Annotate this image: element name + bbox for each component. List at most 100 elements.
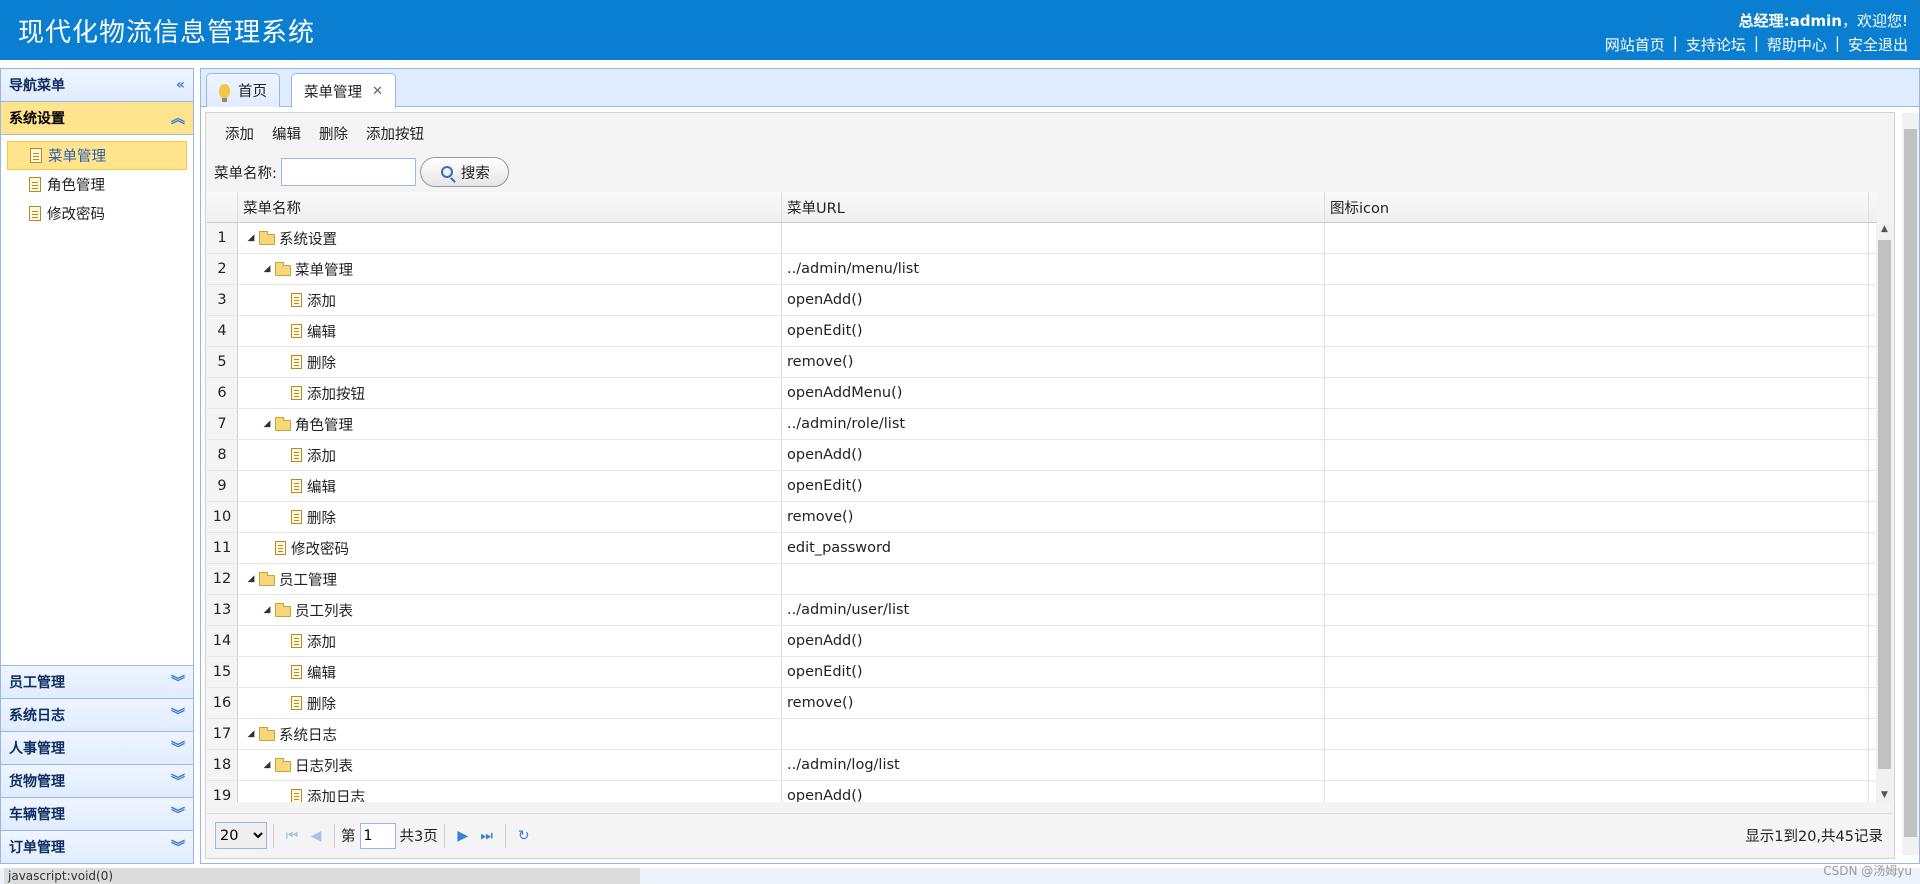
- table-row[interactable]: 19 添加日志 openAdd(): [207, 781, 1877, 802]
- table-row[interactable]: 18 ◢ 日志列表 ../admin/log/list: [207, 750, 1877, 781]
- chevron-up-icon[interactable]: ︽: [171, 108, 185, 128]
- close-icon[interactable]: ✕: [372, 84, 383, 99]
- chevron-down-icon[interactable]: ︾: [171, 705, 185, 725]
- row-number: 6: [207, 378, 238, 408]
- expand-toggle-icon[interactable]: ◢: [243, 729, 259, 739]
- table-row[interactable]: 1 ◢ 系统设置: [207, 223, 1877, 254]
- cell-icon: [1325, 502, 1869, 532]
- scrollbar-thumb[interactable]: [1904, 129, 1917, 837]
- table-row[interactable]: 15 编辑 openEdit(): [207, 657, 1877, 688]
- chevron-down-icon[interactable]: ︾: [171, 672, 185, 692]
- delete-button[interactable]: 删除: [310, 119, 357, 148]
- cell-menu-url: remove(): [782, 347, 1325, 377]
- expand-toggle-icon[interactable]: ◢: [243, 574, 259, 584]
- next-page-icon[interactable]: ▶: [451, 824, 475, 848]
- sidebar-group-system-log[interactable]: 系统日志 ︾: [1, 698, 193, 731]
- cell-menu-name: 删除: [238, 688, 782, 718]
- column-header-menu-url[interactable]: 菜单URL: [782, 192, 1325, 222]
- collapse-left-icon[interactable]: «: [176, 77, 185, 93]
- refresh-icon[interactable]: ↻: [512, 824, 536, 848]
- chevron-down-icon[interactable]: ︾: [171, 837, 185, 857]
- table-row[interactable]: 10 删除 remove(): [207, 502, 1877, 533]
- add-button[interactable]: 添加: [216, 119, 263, 148]
- first-page-icon[interactable]: ⏮: [280, 824, 304, 848]
- search-button[interactable]: 搜索: [419, 157, 509, 187]
- cell-icon: [1325, 409, 1869, 439]
- main-panel: 首页 菜单管理 ✕ 添加 编辑 删除 添加按钮 菜单名称: 搜索 菜单名称 菜单: [200, 68, 1920, 864]
- expand-toggle-icon[interactable]: ◢: [243, 233, 259, 243]
- table-row[interactable]: 9 编辑 openEdit(): [207, 471, 1877, 502]
- cell-menu-name: ◢ 员工管理: [238, 564, 782, 594]
- expand-toggle-icon[interactable]: ◢: [259, 605, 275, 615]
- page-vertical-scrollbar[interactable]: [1902, 113, 1919, 855]
- sidebar-group-system-settings[interactable]: 系统设置 ︽: [1, 102, 193, 135]
- menu-name-text: 日志列表: [295, 758, 353, 775]
- table-row[interactable]: 5 删除 remove(): [207, 347, 1877, 378]
- last-page-icon[interactable]: ⏭: [475, 824, 499, 848]
- pagination-bar: 20 ⏮ ◀ 第 共3页 ▶ ⏭ ↻ 显示1到20,共45记录: [207, 813, 1893, 857]
- column-header-icon[interactable]: 图标icon: [1325, 192, 1869, 222]
- sidebar-group-vehicle[interactable]: 车辆管理 ︾: [1, 797, 193, 830]
- chevron-down-icon[interactable]: ︾: [171, 738, 185, 758]
- header-links: 网站首页 | 支持论坛 | 帮助中心 | 安全退出: [1604, 34, 1908, 55]
- expand-toggle-icon[interactable]: ◢: [259, 419, 275, 429]
- scroll-up-icon[interactable]: ▲: [1876, 224, 1893, 238]
- sidebar-item-menu-management[interactable]: 菜单管理: [7, 141, 187, 170]
- cell-icon: [1325, 688, 1869, 718]
- table-row[interactable]: 16 删除 remove(): [207, 688, 1877, 719]
- edit-button[interactable]: 编辑: [263, 119, 310, 148]
- page-size-select[interactable]: 20: [215, 822, 267, 849]
- scrollbar-thumb[interactable]: [1878, 240, 1891, 769]
- row-number: 2: [207, 254, 238, 284]
- table-row[interactable]: 14 添加 openAdd(): [207, 626, 1877, 657]
- menu-name-search-input[interactable]: [280, 158, 416, 186]
- scroll-down-icon[interactable]: ▼: [1876, 790, 1893, 804]
- cell-icon: [1325, 254, 1869, 284]
- cell-menu-url: ../admin/role/list: [782, 409, 1325, 439]
- table-row[interactable]: 7 ◢ 角色管理 ../admin/role/list: [207, 409, 1877, 440]
- folder-icon: [275, 416, 291, 431]
- table-row[interactable]: 6 添加按钮 openAddMenu(): [207, 378, 1877, 409]
- tab-home[interactable]: 首页: [206, 73, 280, 107]
- chevron-down-icon[interactable]: ︾: [171, 771, 185, 791]
- sidebar-group-goods[interactable]: 货物管理 ︾: [1, 764, 193, 797]
- cell-icon: [1325, 316, 1869, 346]
- sidebar: 导航菜单 « 系统设置 ︽ 菜单管理 角色管理 修改密码 员工管理 ︾ 系统日志 ︾…: [0, 68, 194, 864]
- table-row[interactable]: 2 ◢ 菜单管理 ../admin/menu/list: [207, 254, 1877, 285]
- link-help-center[interactable]: 帮助中心: [1767, 34, 1827, 55]
- file-icon: [291, 696, 302, 710]
- page-number-input[interactable]: [359, 822, 396, 849]
- link-site-home[interactable]: 网站首页: [1605, 34, 1665, 55]
- add-menu-button[interactable]: 添加按钮: [357, 119, 433, 148]
- table-row[interactable]: 4 编辑 openEdit(): [207, 316, 1877, 347]
- sidebar-group-order[interactable]: 订单管理 ︾: [1, 830, 193, 863]
- tab-menu-management[interactable]: 菜单管理 ✕: [291, 73, 396, 108]
- cell-menu-url: remove(): [782, 502, 1325, 532]
- table-row[interactable]: 8 添加 openAdd(): [207, 440, 1877, 471]
- chevron-down-icon[interactable]: ︾: [171, 804, 185, 824]
- expand-toggle-icon[interactable]: ◢: [259, 264, 275, 274]
- link-support-forum[interactable]: 支持论坛: [1686, 34, 1746, 55]
- prev-page-icon[interactable]: ◀: [304, 824, 328, 848]
- table-row[interactable]: 17 ◢ 系统日志: [207, 719, 1877, 750]
- cell-menu-name: 添加: [238, 285, 782, 315]
- table-row[interactable]: 11 修改密码 edit_password: [207, 533, 1877, 564]
- file-icon: [291, 665, 302, 679]
- link-logout[interactable]: 安全退出: [1848, 34, 1908, 55]
- table-row[interactable]: 3 添加 openAdd(): [207, 285, 1877, 316]
- cell-menu-name: 删除: [238, 502, 782, 532]
- cell-menu-name: 修改密码: [238, 533, 782, 563]
- sidebar-group-hr[interactable]: 人事管理 ︾: [1, 731, 193, 764]
- sidebar-item-role-management[interactable]: 角色管理: [7, 170, 187, 199]
- sidebar-item-change-password[interactable]: 修改密码: [7, 199, 187, 228]
- table-row[interactable]: 13 ◢ 员工列表 ../admin/user/list: [207, 595, 1877, 626]
- menu-name-text: 删除: [307, 696, 336, 713]
- row-number: 14: [207, 626, 238, 656]
- cell-menu-url: ../admin/menu/list: [782, 254, 1325, 284]
- column-header-menu-name[interactable]: 菜单名称: [238, 192, 782, 222]
- cell-icon: [1325, 533, 1869, 563]
- grid-vertical-scrollbar[interactable]: ▲ ▼: [1876, 224, 1893, 804]
- expand-toggle-icon[interactable]: ◢: [259, 760, 275, 770]
- sidebar-group-employee[interactable]: 员工管理 ︾: [1, 665, 193, 698]
- table-row[interactable]: 12 ◢ 员工管理: [207, 564, 1877, 595]
